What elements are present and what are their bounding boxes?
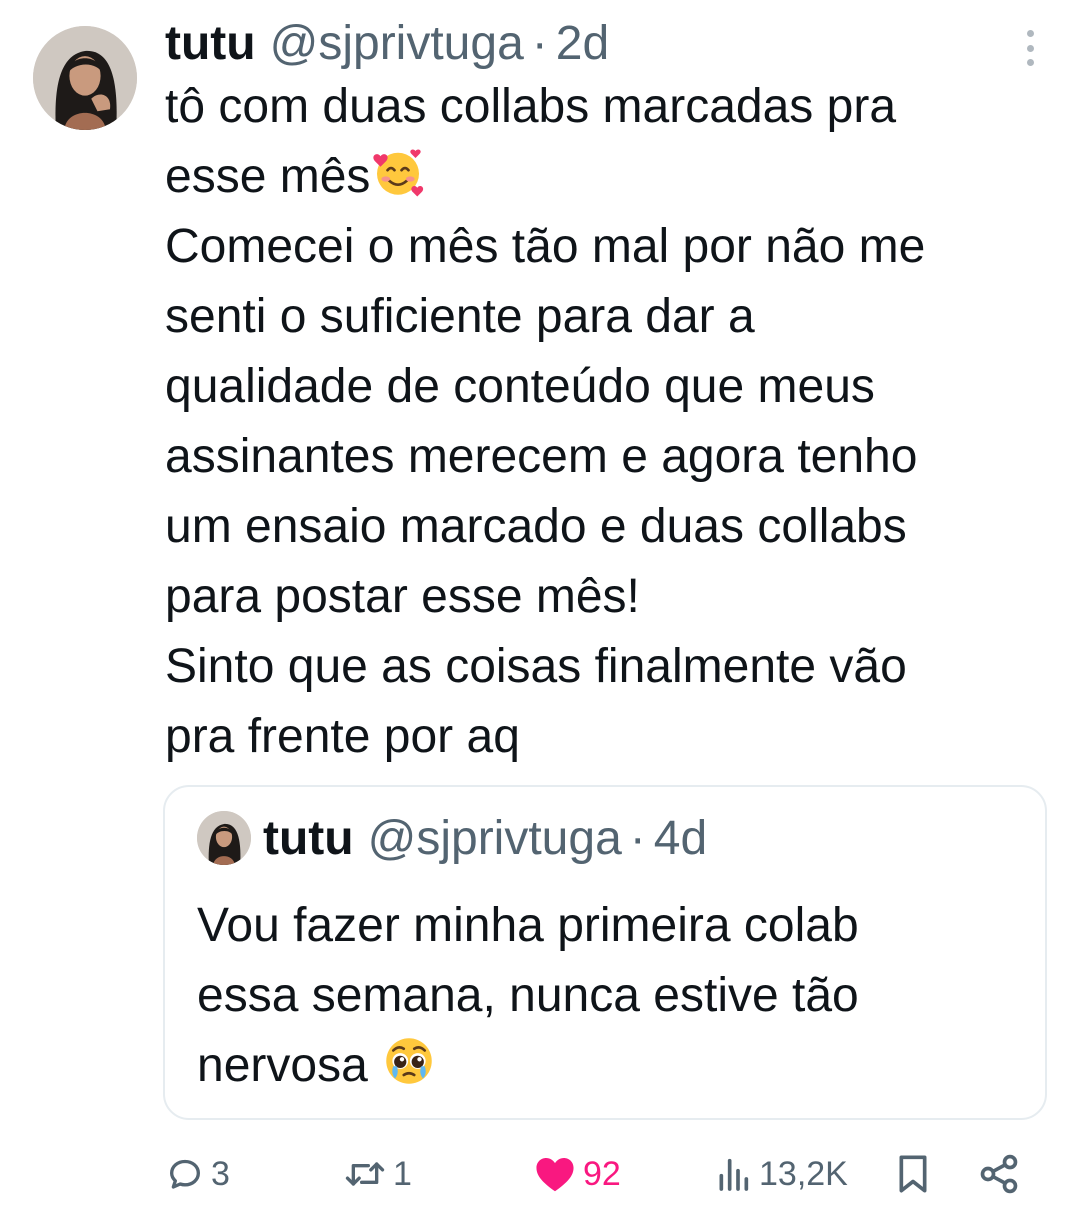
header-separator: · (531, 17, 548, 70)
quoted-author-avatar (197, 811, 251, 865)
pleading-face-emoji (381, 1033, 437, 1089)
tweet-header: tutu @sjprivtuga · 2d (165, 14, 609, 74)
quoted-text-line: essa semana, nunca estive tão (197, 969, 859, 1022)
tweet-text-line: esse mês (165, 142, 1045, 212)
bookmark-icon (899, 1155, 927, 1193)
quoted-author-handle: @sjprivtuga (367, 812, 622, 865)
tweet-text-line: um ensaio marcado e duas collabs (165, 500, 907, 553)
quoted-header-separator: · (629, 812, 646, 865)
views-count: 13,2K (759, 1154, 848, 1193)
tweet-action-bar: 3 1 92 13,2K (165, 1148, 1045, 1200)
share-button[interactable] (977, 1148, 1021, 1200)
quoted-tweet-text: Vou fazer minha primeira colab essa sema… (197, 891, 1017, 1101)
retweet-count: 1 (393, 1154, 412, 1193)
tweet-text-line: para postar esse mês! (165, 570, 640, 623)
reply-button[interactable]: 3 (165, 1148, 230, 1200)
quoted-text-fragment: nervosa (197, 1039, 382, 1092)
avatar-photo (197, 811, 251, 865)
smiling-face-with-hearts-emoji (370, 144, 426, 200)
quoted-text-line: nervosa (197, 1031, 1017, 1101)
like-button[interactable]: 92 (533, 1148, 621, 1200)
quoted-tweet-header: tutu @sjprivtuga · 4d (263, 809, 707, 869)
quoted-tweet-timestamp: 4d (653, 812, 708, 865)
tweet-text: tô com duas collabs marcadas pra esse mê… (165, 72, 1045, 772)
bookmark-button[interactable] (893, 1148, 933, 1200)
tweet-text-line: qualidade de conteúdo que meus (165, 360, 875, 413)
avatar-photo (33, 26, 137, 130)
heart-icon (536, 1158, 574, 1192)
tweet-text-line: Comecei o mês tão mal por não me (165, 220, 926, 273)
tweet-text-fragment: esse mês (165, 150, 371, 203)
more-options-icon[interactable] (1024, 30, 1036, 66)
quoted-author-name: tutu (263, 812, 354, 865)
tweet-text-line: assinantes merecem e agora tenho (165, 430, 918, 483)
quoted-tweet-card[interactable]: tutu @sjprivtuga · 4d Vou fazer minha pr… (163, 785, 1047, 1120)
share-icon (980, 1154, 1018, 1194)
author-handle[interactable]: @sjprivtuga (270, 14, 524, 74)
reply-count: 3 (211, 1154, 230, 1193)
reply-icon (170, 1159, 200, 1189)
views-chart-icon (719, 1158, 749, 1191)
quoted-text-line: Vou fazer minha primeira colab (197, 899, 859, 952)
like-count: 92 (583, 1154, 621, 1193)
views-button[interactable]: 13,2K (713, 1148, 848, 1200)
tweet-text-line: pra frente por aq (165, 710, 520, 763)
tweet-text-line: Sinto que as coisas finalmente vão (165, 640, 907, 693)
tweet-text-line: senti o suficiente para dar a (165, 290, 755, 343)
tweet-timestamp[interactable]: 2d (556, 14, 609, 74)
retweet-icon (345, 1162, 385, 1186)
author-name[interactable]: tutu (165, 14, 256, 74)
retweet-button[interactable]: 1 (343, 1148, 412, 1200)
tweet-text-line: tô com duas collabs marcadas pra (165, 80, 897, 133)
author-avatar[interactable] (33, 26, 137, 130)
